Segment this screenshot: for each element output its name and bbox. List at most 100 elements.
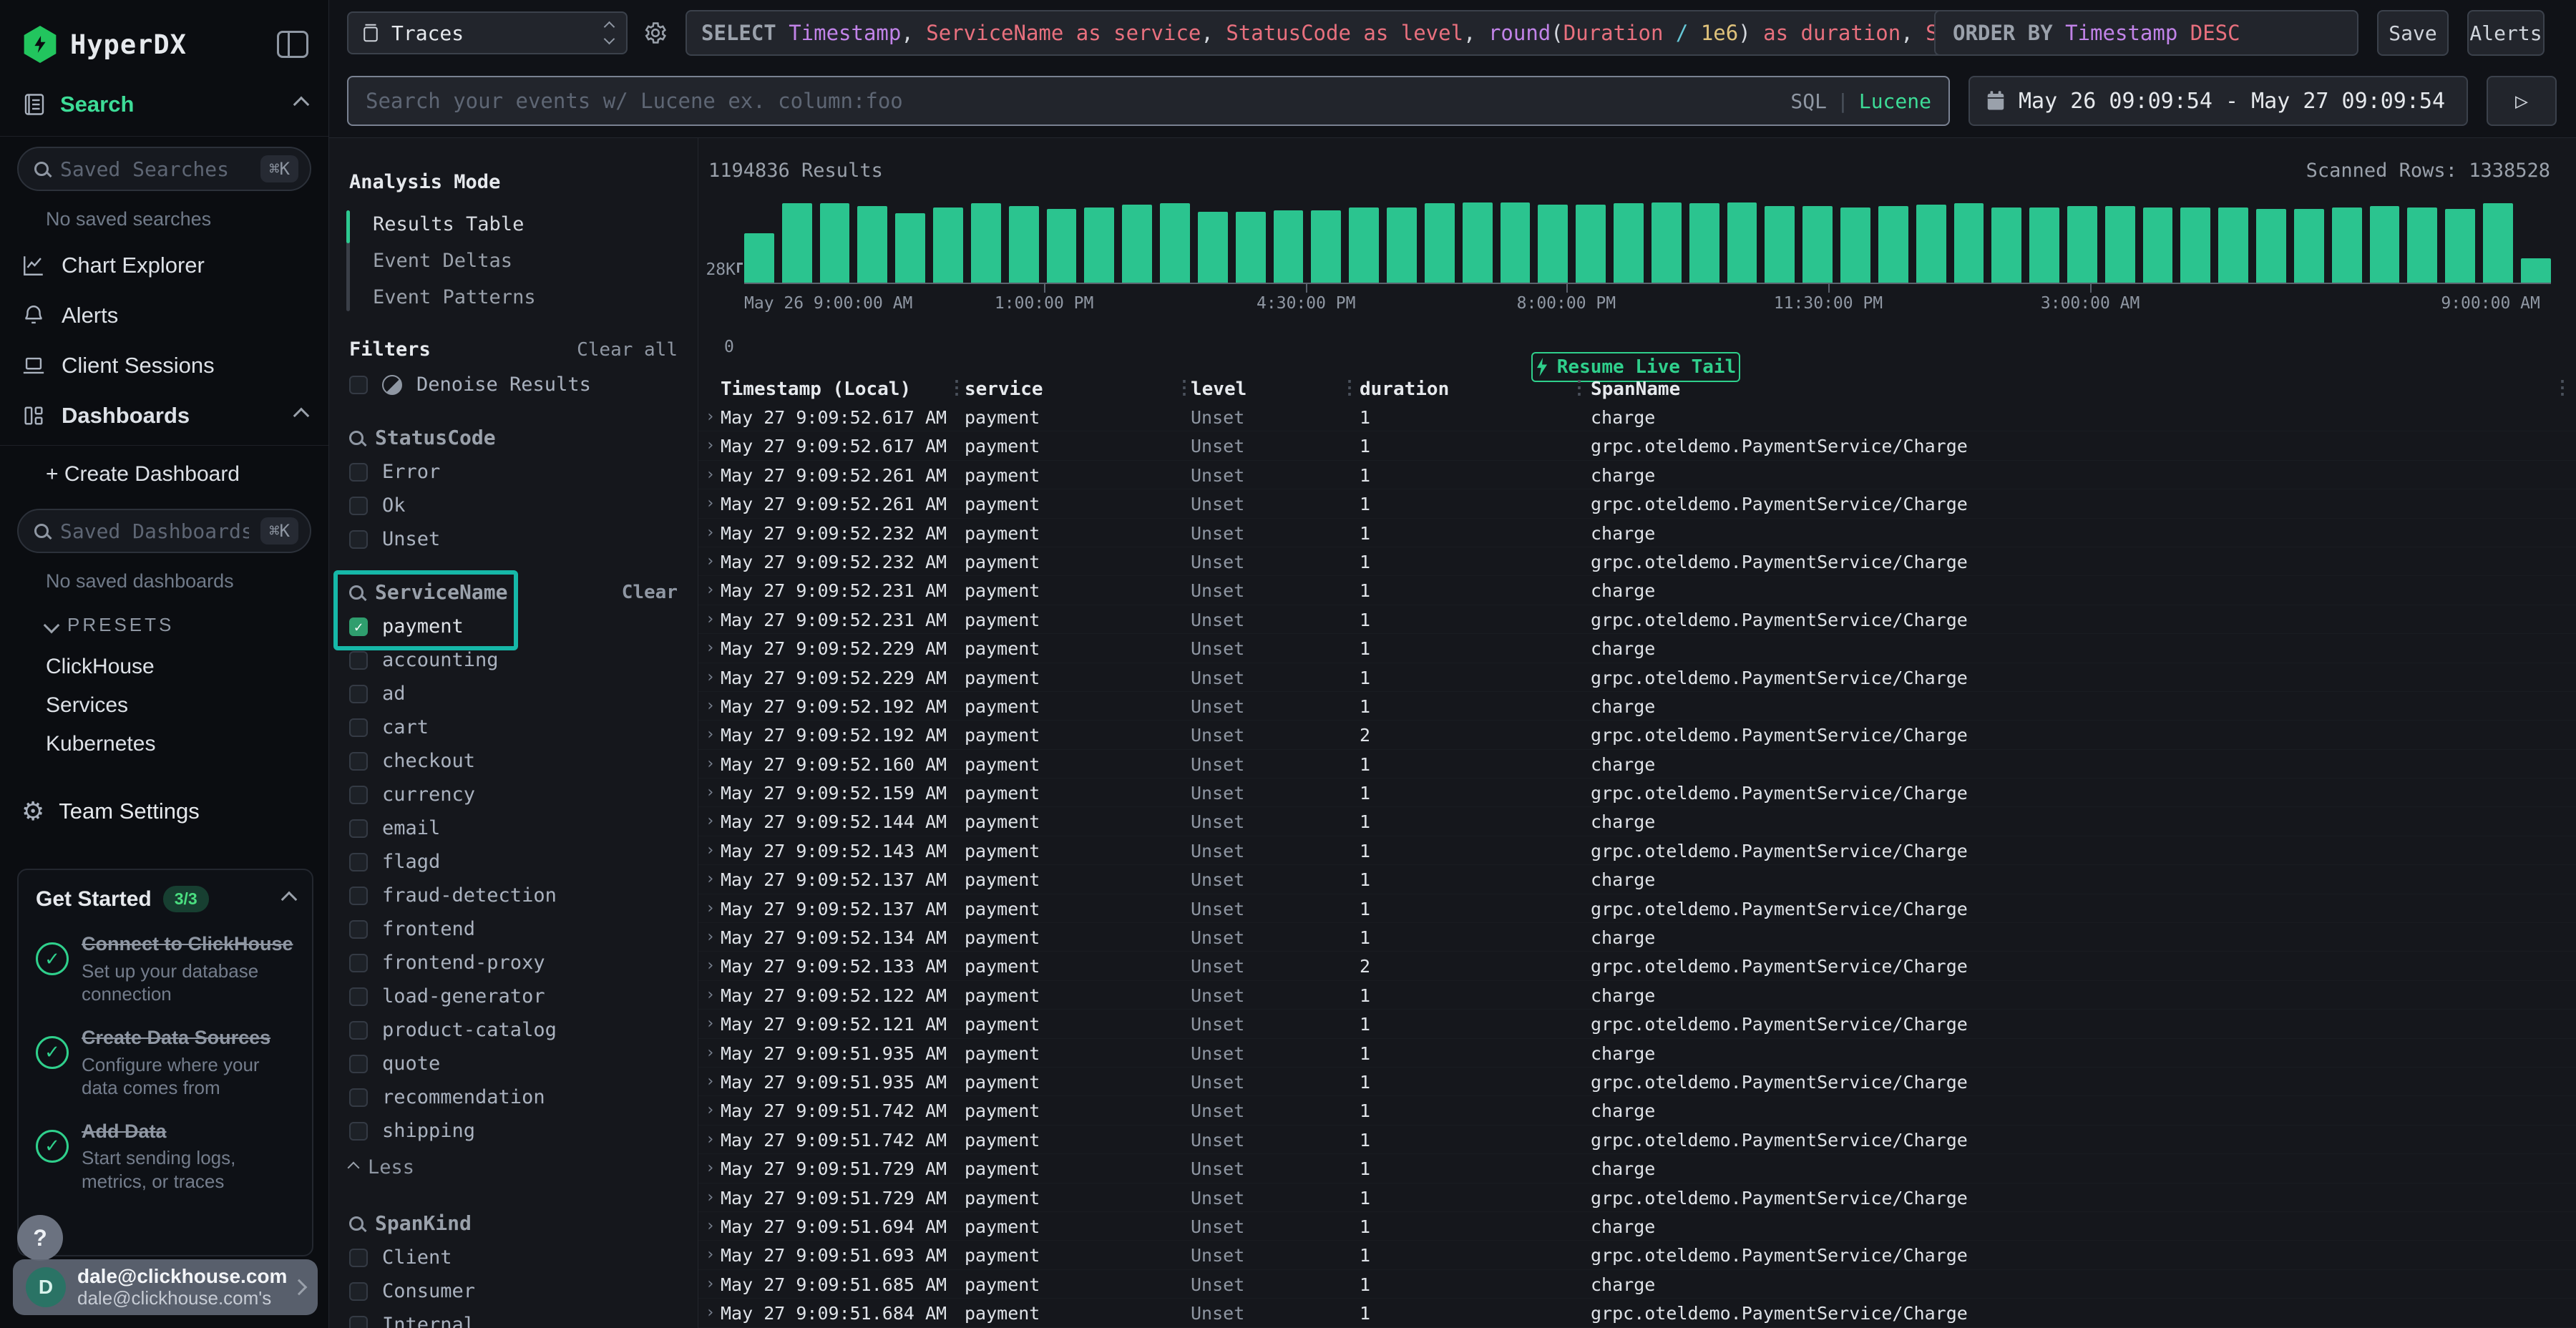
filter-option-unset[interactable]: Unset [329, 522, 698, 556]
histogram-bar[interactable] [2445, 209, 2475, 283]
table-row[interactable]: ›May 27 9:09:52.192 AMpaymentUnset1charg… [698, 692, 2576, 721]
table-row[interactable]: ›May 27 9:09:51.694 AMpaymentUnset1charg… [698, 1212, 2576, 1241]
row-expand-chevron[interactable]: › [706, 899, 715, 917]
filter-option-ok[interactable]: Ok [329, 489, 698, 522]
row-expand-chevron[interactable]: › [706, 783, 715, 801]
filter-option-checkout[interactable]: checkout [329, 744, 698, 778]
events-histogram[interactable]: 28K 0 [744, 202, 2551, 283]
histogram-bar[interactable] [857, 206, 887, 283]
denoise-results-toggle[interactable]: Denoise Results [329, 368, 698, 401]
filter-option-load-generator[interactable]: load-generator [329, 980, 698, 1013]
histogram-bar[interactable] [971, 203, 1001, 283]
row-expand-chevron[interactable]: › [706, 841, 715, 859]
row-expand-chevron[interactable]: › [706, 1131, 715, 1148]
column-drag-handle[interactable]: ⋮ [1570, 377, 1589, 399]
table-row[interactable]: ›May 27 9:09:52.231 AMpaymentUnset1charg… [698, 576, 2576, 605]
clear-filter-link[interactable]: Clear [622, 582, 678, 603]
checkbox[interactable] [349, 497, 368, 515]
histogram-bar[interactable] [1576, 205, 1606, 283]
run-query-button[interactable]: ▷ [2487, 76, 2557, 126]
row-expand-chevron[interactable]: › [706, 1015, 715, 1032]
checkbox[interactable] [349, 530, 368, 549]
col-header-service[interactable]: service [965, 379, 1043, 400]
histogram-bar[interactable] [1652, 202, 1682, 283]
table-row[interactable]: ›May 27 9:09:52.159 AMpaymentUnset1grpc.… [698, 778, 2576, 807]
row-expand-chevron[interactable]: › [706, 1044, 715, 1062]
table-row[interactable]: ›May 27 9:09:52.232 AMpaymentUnset1grpc.… [698, 547, 2576, 576]
table-row[interactable]: ›May 27 9:09:52.122 AMpaymentUnset1charg… [698, 981, 2576, 1010]
checkbox-checked[interactable]: ✓ [349, 617, 368, 636]
clear-all-filters-link[interactable]: Clear all [577, 339, 678, 361]
histogram-bar[interactable] [2029, 208, 2059, 283]
checkbox[interactable] [349, 1055, 368, 1073]
histogram-bar[interactable] [1501, 202, 1531, 283]
checkbox[interactable] [349, 463, 368, 482]
denoise-checkbox[interactable] [349, 376, 368, 394]
histogram-bar[interactable] [1349, 208, 1379, 283]
histogram-bar[interactable] [1878, 206, 1908, 283]
row-expand-chevron[interactable]: › [706, 466, 715, 484]
filter-option-recommendation[interactable]: recommendation [329, 1080, 698, 1114]
table-row[interactable]: ›May 27 9:09:51.729 AMpaymentUnset1charg… [698, 1154, 2576, 1183]
histogram-bar[interactable] [2105, 206, 2135, 283]
histogram-bar[interactable] [2370, 206, 2400, 283]
histogram-bar[interactable] [933, 208, 963, 283]
filter-option-fraud-detection[interactable]: fraud-detection [329, 879, 698, 912]
column-drag-handle[interactable]: ⋮ [1340, 377, 1359, 399]
row-expand-chevron[interactable]: › [706, 1304, 715, 1322]
table-row[interactable]: ›May 27 9:09:52.231 AMpaymentUnset1grpc.… [698, 605, 2576, 634]
table-row[interactable]: ›May 27 9:09:52.232 AMpaymentUnset1charg… [698, 519, 2576, 547]
get-started-step[interactable]: ✓Add DataStart sending logs, metrics, or… [36, 1120, 295, 1193]
checkbox[interactable] [349, 1316, 368, 1328]
checkbox[interactable] [349, 1249, 368, 1267]
preset-services[interactable]: Services [0, 686, 328, 725]
histogram-bar[interactable] [820, 203, 850, 283]
histogram-bar[interactable] [1009, 206, 1039, 283]
sidebar-item-team-settings[interactable]: ⚙ Team Settings [0, 786, 328, 837]
histogram-bar[interactable] [744, 233, 774, 283]
lucene-mode-label[interactable]: Lucene [1859, 89, 1931, 113]
filter-option-payment[interactable]: ✓payment [329, 610, 698, 643]
histogram-bar[interactable] [1160, 203, 1190, 283]
histogram-bar[interactable] [1463, 202, 1493, 283]
histogram-bar[interactable] [2218, 208, 2248, 283]
histogram-bar[interactable] [1084, 208, 1114, 283]
analysis-mode-event-deltas[interactable]: Event Deltas [350, 243, 536, 279]
histogram-bar[interactable] [2294, 209, 2324, 283]
filter-option-client[interactable]: Client [329, 1241, 698, 1274]
row-expand-chevron[interactable]: › [706, 1217, 715, 1235]
histogram-bar[interactable] [1727, 202, 1757, 283]
histogram-bar[interactable] [1387, 208, 1417, 283]
table-row[interactable]: ›May 27 9:09:52.229 AMpaymentUnset1grpc.… [698, 663, 2576, 692]
row-expand-chevron[interactable]: › [706, 1246, 715, 1264]
histogram-bar[interactable] [1047, 209, 1077, 283]
checkbox[interactable] [349, 718, 368, 737]
sidebar-item-alerts[interactable]: Alerts [0, 290, 328, 341]
histogram-bar[interactable] [2332, 208, 2362, 283]
row-expand-chevron[interactable]: › [706, 436, 715, 454]
table-row[interactable]: ›May 27 9:09:52.160 AMpaymentUnset1charg… [698, 750, 2576, 778]
table-row[interactable]: ›May 27 9:09:52.137 AMpaymentUnset1charg… [698, 865, 2576, 894]
sidebar-item-dashboards[interactable]: Dashboards [0, 391, 328, 441]
row-expand-chevron[interactable]: › [706, 1101, 715, 1119]
histogram-bar[interactable] [2180, 208, 2210, 283]
filter-option-internal[interactable]: Internal [329, 1308, 698, 1328]
checkbox[interactable] [349, 651, 368, 670]
language-toggle[interactable]: SQL | Lucene [1790, 89, 1931, 113]
date-range-picker[interactable]: May 26 09:09:54 - May 27 09:09:54 [1968, 76, 2468, 126]
analysis-mode-event-patterns[interactable]: Event Patterns [350, 279, 536, 316]
row-expand-chevron[interactable]: › [706, 986, 715, 1004]
checkbox[interactable] [349, 887, 368, 905]
filter-option-flagd[interactable]: flagd [329, 845, 698, 879]
checkbox[interactable] [349, 1282, 368, 1301]
col-header-spanname[interactable]: SpanName [1591, 379, 1680, 400]
analysis-mode-results-table[interactable]: Results Table [350, 206, 536, 243]
histogram-bar[interactable] [1954, 203, 1984, 283]
table-row[interactable]: ›May 27 9:09:52.133 AMpaymentUnset2grpc.… [698, 952, 2576, 980]
checkbox[interactable] [349, 819, 368, 838]
sidebar-item-search[interactable]: Search [0, 77, 328, 132]
row-expand-chevron[interactable]: › [706, 1159, 715, 1177]
table-row[interactable]: ›May 27 9:09:52.121 AMpaymentUnset1grpc.… [698, 1010, 2576, 1038]
preset-clickhouse[interactable]: ClickHouse [0, 648, 328, 686]
table-row[interactable]: ›May 27 9:09:52.617 AMpaymentUnset1grpc.… [698, 431, 2576, 460]
